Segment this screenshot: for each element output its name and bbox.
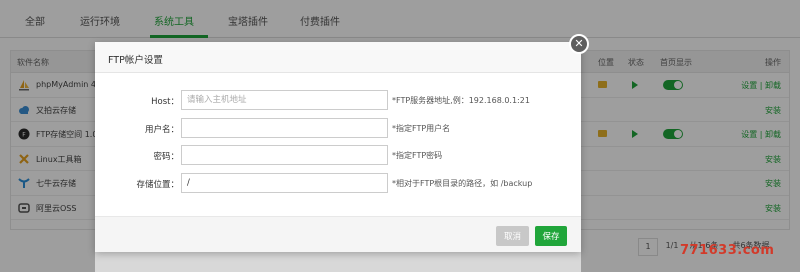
storage-path-hint: *相对于FTP根目录的路径，如 /backup [392, 179, 533, 188]
host-input[interactable] [181, 90, 388, 110]
dialog-title: FTP帐户设置 [108, 55, 163, 66]
dialog-footer: 取消 保存 [95, 216, 581, 252]
ftp-settings-dialog: FTP帐户设置 Host： *FTP服务器地址,例：192.168.0.1:21… [95, 42, 581, 252]
password-label: 密码： [153, 152, 179, 162]
username-label: 用户名： [144, 125, 179, 135]
password-hint: *指定FTP密码 [392, 151, 443, 160]
modal-shadow-panel [95, 252, 581, 272]
host-label: Host： [151, 97, 179, 107]
username-input[interactable] [181, 118, 388, 138]
cancel-button[interactable]: 取消 [496, 226, 529, 246]
host-hint: *FTP服务器地址,例：192.168.0.1:21 [392, 96, 530, 105]
dialog-header: FTP帐户设置 [95, 42, 581, 73]
close-icon[interactable]: ✕ [569, 34, 589, 54]
username-hint: *指定FTP用户名 [392, 124, 451, 133]
watermark-logo: 771633.com [680, 243, 775, 258]
password-input[interactable] [181, 145, 388, 165]
storage-path-input[interactable] [181, 173, 388, 193]
save-button[interactable]: 保存 [535, 226, 567, 246]
storage-path-label: 存储位置： [136, 180, 179, 190]
